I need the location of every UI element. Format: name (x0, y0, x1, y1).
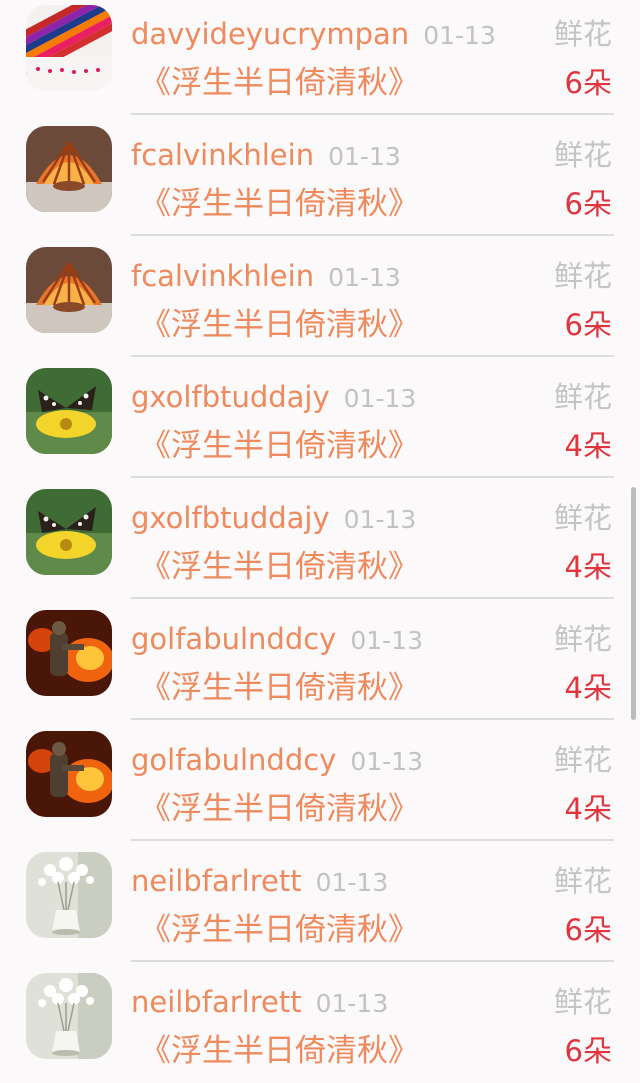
gift-count: 6朵 (564, 66, 612, 100)
gift-row[interactable]: golfabulnddcy 01-13 《浮生半日倚清秋》 鲜花 4朵 (0, 720, 640, 841)
gift-sender: neilbfarlrett 01-13 (131, 984, 388, 1022)
book-title[interactable]: 《浮生半日倚清秋》 (140, 64, 419, 102)
gift-date: 01-13 (350, 626, 423, 655)
sender-name[interactable]: fcalvinkhlein (131, 138, 314, 172)
user-avatar[interactable] (26, 247, 112, 333)
gift-count: 4朵 (564, 792, 612, 826)
user-avatar[interactable] (26, 973, 112, 1059)
gift-type: 鲜花 (553, 985, 612, 1019)
book-title[interactable]: 《浮生半日倚清秋》 (140, 669, 419, 707)
gift-count: 6朵 (564, 187, 612, 221)
user-avatar[interactable] (26, 852, 112, 938)
sender-name[interactable]: davyideyucrympan (131, 17, 409, 51)
gift-sender: davyideyucrympan 01-13 (131, 16, 496, 54)
sender-name[interactable]: fcalvinkhlein (131, 259, 314, 293)
user-avatar[interactable] (26, 610, 112, 696)
book-title[interactable]: 《浮生半日倚清秋》 (140, 185, 419, 223)
gift-type: 鲜花 (553, 864, 612, 898)
gift-row[interactable]: gxolfbtuddajy 01-13 《浮生半日倚清秋》 鲜花 4朵 (0, 478, 640, 599)
gift-date: 01-13 (423, 21, 496, 50)
book-title[interactable]: 《浮生半日倚清秋》 (140, 911, 419, 949)
gift-sender: fcalvinkhlein 01-13 (131, 137, 401, 175)
gift-date: 01-13 (350, 747, 423, 776)
vase-avatar-icon (26, 852, 112, 938)
book-title[interactable]: 《浮生半日倚清秋》 (140, 548, 419, 586)
sender-name[interactable]: neilbfarlrett (131, 985, 302, 1019)
gift-record-list[interactable]: davyideyucrympan 01-13 《浮生半日倚清秋》 鲜花 6朵 fc… (0, 0, 640, 1081)
sender-name[interactable]: gxolfbtuddajy (131, 380, 330, 414)
gift-row[interactable]: neilbfarlrett 01-13 《浮生半日倚清秋》 鲜花 6朵 (0, 962, 640, 1083)
gift-date: 01-13 (315, 989, 389, 1018)
gift-sender: gxolfbtuddajy 01-13 (131, 500, 416, 538)
book-title[interactable]: 《浮生半日倚清秋》 (140, 306, 419, 344)
gift-sender: gxolfbtuddajy 01-13 (131, 379, 416, 417)
gift-date: 01-13 (343, 384, 417, 413)
fire-avatar-icon (26, 610, 112, 696)
crayons-avatar-icon (26, 5, 112, 91)
gift-row[interactable]: fcalvinkhlein 01-13 《浮生半日倚清秋》 鲜花 6朵 (0, 236, 640, 357)
gift-date: 01-13 (328, 263, 401, 292)
gift-count: 4朵 (564, 429, 612, 463)
sender-name[interactable]: neilbfarlrett (131, 864, 302, 898)
sender-name[interactable]: gxolfbtuddajy (131, 501, 330, 535)
scrollbar[interactable] (631, 487, 636, 720)
fire-avatar-icon (26, 731, 112, 817)
gift-count: 6朵 (564, 1034, 612, 1068)
gift-row[interactable]: davyideyucrympan 01-13 《浮生半日倚清秋》 鲜花 6朵 (0, 0, 640, 115)
sender-name[interactable]: golfabulnddcy (131, 622, 336, 656)
book-title[interactable]: 《浮生半日倚清秋》 (140, 1032, 419, 1070)
gift-row[interactable]: neilbfarlrett 01-13 《浮生半日倚清秋》 鲜花 6朵 (0, 841, 640, 962)
gift-date: 01-13 (315, 868, 389, 897)
gift-type: 鲜花 (553, 622, 612, 656)
gift-type: 鲜花 (553, 501, 612, 535)
gift-type: 鲜花 (553, 743, 612, 777)
gift-sender: neilbfarlrett 01-13 (131, 863, 388, 901)
gift-sender: golfabulnddcy 01-13 (131, 742, 423, 780)
gift-date: 01-13 (328, 142, 401, 171)
user-avatar[interactable] (26, 489, 112, 575)
gift-type: 鲜花 (553, 259, 612, 293)
gift-count: 6朵 (564, 308, 612, 342)
user-avatar[interactable] (26, 5, 112, 91)
gift-date: 01-13 (343, 505, 417, 534)
gift-count: 4朵 (564, 671, 612, 705)
gift-type: 鲜花 (553, 380, 612, 414)
user-avatar[interactable] (26, 368, 112, 454)
sender-name[interactable]: golfabulnddcy (131, 743, 336, 777)
gift-row[interactable]: golfabulnddcy 01-13 《浮生半日倚清秋》 鲜花 4朵 (0, 599, 640, 720)
gift-type: 鲜花 (553, 17, 612, 51)
gift-sender: fcalvinkhlein 01-13 (131, 258, 401, 296)
gift-count: 6朵 (564, 913, 612, 947)
book-title[interactable]: 《浮生半日倚清秋》 (140, 427, 419, 465)
gift-row[interactable]: fcalvinkhlein 01-13 《浮生半日倚清秋》 鲜花 6朵 (0, 115, 640, 236)
shell-avatar-icon (26, 126, 112, 212)
gift-count: 4朵 (564, 550, 612, 584)
butterfly-avatar-icon (26, 368, 112, 454)
gift-type: 鲜花 (553, 138, 612, 172)
user-avatar[interactable] (26, 126, 112, 212)
gift-sender: golfabulnddcy 01-13 (131, 621, 423, 659)
vase-avatar-icon (26, 973, 112, 1059)
butterfly-avatar-icon (26, 489, 112, 575)
shell-avatar-icon (26, 247, 112, 333)
gift-row[interactable]: gxolfbtuddajy 01-13 《浮生半日倚清秋》 鲜花 4朵 (0, 357, 640, 478)
book-title[interactable]: 《浮生半日倚清秋》 (140, 790, 419, 828)
user-avatar[interactable] (26, 731, 112, 817)
